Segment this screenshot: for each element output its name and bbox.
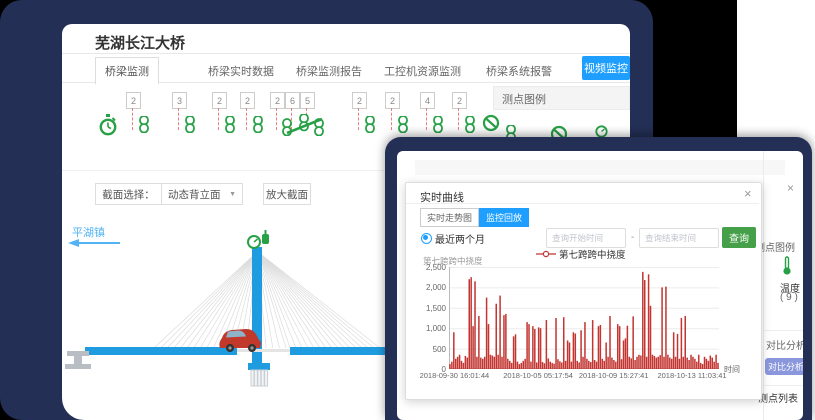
- legend-label: 第七跨跨中挠度: [559, 247, 626, 261]
- sensor-count-badge: 2: [352, 92, 367, 109]
- query-button[interactable]: 查询: [722, 227, 756, 248]
- x-tick: 2018-09-30 16:01:44: [414, 371, 494, 380]
- modal-header-divider: [406, 203, 759, 204]
- chain-icon[interactable]: [224, 116, 236, 133]
- overlay-page: × 测点图例 温度 ( 9 ) 对比分析 对比分析 测点列表 实时曲线 × 实时…: [397, 151, 803, 420]
- end-time-input[interactable]: [639, 228, 719, 248]
- timeline-dash: [426, 108, 427, 130]
- timeline-dash: [391, 108, 392, 130]
- sensor-icon: [262, 230, 269, 244]
- side-divider-1: [763, 330, 803, 331]
- x-tick: 2018-10-13 11:03:41: [652, 371, 732, 380]
- chain-icon[interactable]: [397, 116, 409, 133]
- side-divider-2: [763, 385, 803, 386]
- stopwatch-icon[interactable]: [98, 114, 118, 136]
- legend-marker-icon: [536, 250, 556, 258]
- sensor-count-badge: 2: [452, 92, 467, 109]
- timeline-dash: [218, 108, 219, 130]
- sensor-count-badge: 4: [420, 92, 435, 109]
- bridge-diagram: [62, 210, 386, 420]
- timeline-dash: [178, 108, 179, 130]
- x-tick: 2018-10-05 05:17:54: [498, 371, 578, 380]
- modal-tab-实时走势图[interactable]: 实时走势图: [420, 208, 479, 227]
- section-select-dropdown[interactable]: 动态背立面 ▼: [161, 183, 243, 205]
- temperature-count: ( 9 ): [780, 292, 798, 303]
- modal-tab-监控回放[interactable]: 监控回放: [479, 208, 529, 227]
- chain-icon[interactable]: [464, 116, 476, 133]
- y-tick: 2,000: [414, 283, 446, 292]
- sensor-cluster-icon[interactable]: [282, 114, 328, 136]
- sensor-count-badge: 2: [270, 92, 285, 109]
- timeline-dash: [246, 108, 247, 130]
- compare-title: 对比分析: [766, 337, 803, 352]
- tab-桥梁监测报告[interactable]: 桥梁监测报告: [296, 63, 362, 79]
- tab-桥梁监测[interactable]: 桥梁监测: [95, 57, 159, 84]
- tab-桥梁实时数据[interactable]: 桥梁实时数据: [208, 63, 274, 79]
- point-list-title: 测点列表: [758, 390, 798, 405]
- realtime-curve-modal: 实时曲线 × 实时走势图监控回放 最近两个月 - 查询 第七跨跨中挠度 第七跨跨…: [405, 182, 762, 400]
- zoom-section-button[interactable]: 放大截面: [263, 183, 311, 205]
- modal-close-icon[interactable]: ×: [744, 186, 752, 201]
- thermometer-icon: [781, 256, 793, 276]
- panel-close-icon[interactable]: ×: [787, 181, 794, 195]
- page-title: 芜湖长江大桥: [95, 32, 185, 53]
- sensor-count-badge: 5: [300, 92, 315, 109]
- header-divider: [62, 53, 630, 54]
- sensor-count-badge: 2: [212, 92, 227, 109]
- underlying-toolbar: [415, 160, 785, 175]
- chain-icon[interactable]: [252, 116, 264, 133]
- modal-tab-bar: 实时走势图监控回放: [420, 208, 529, 227]
- gauge-icon: [248, 236, 260, 248]
- chain-icon[interactable]: [184, 116, 196, 133]
- y-tick: 1,000: [414, 324, 446, 333]
- sensor-count-badge: 2: [385, 92, 400, 109]
- compare-button[interactable]: 对比分析: [765, 358, 803, 375]
- chevron-down-icon: ▼: [229, 191, 236, 198]
- y-tick: 2,500: [414, 263, 446, 272]
- chart-legend[interactable]: 第七跨跨中挠度: [536, 247, 626, 261]
- chain-icon[interactable]: [364, 116, 376, 133]
- section-select-value: 动态背立面: [168, 187, 221, 202]
- tab-工控机资源监测[interactable]: 工控机资源监测: [384, 63, 461, 79]
- timeline-dash: [458, 108, 459, 130]
- section-select-label: 截面选择：: [95, 183, 162, 205]
- tab-桥梁系统报警[interactable]: 桥梁系统报警: [486, 63, 552, 79]
- sensor-count-badge: 3: [172, 92, 187, 109]
- prohibition-icon[interactable]: [482, 114, 500, 132]
- range-separator: -: [631, 232, 634, 243]
- sensor-count-badge: 6: [285, 92, 300, 109]
- deflection-series: [449, 267, 719, 369]
- chain-icon[interactable]: [138, 116, 150, 133]
- x-tick: 2018-10-09 15:27:41: [574, 371, 654, 380]
- video-monitor-button[interactable]: 视频监控: [582, 56, 630, 80]
- side-panel-divider: [763, 151, 764, 420]
- start-time-input[interactable]: [546, 228, 626, 248]
- point-legend-title: 测点图例: [502, 91, 546, 107]
- y-tick: 1,500: [414, 304, 446, 313]
- overlay-window: × 测点图例 温度 ( 9 ) 对比分析 对比分析 测点列表 实时曲线 × 实时…: [385, 137, 812, 420]
- timeline-dash: [276, 108, 277, 130]
- recent-radio-label: 最近两个月: [435, 231, 485, 246]
- y-tick: 500: [414, 345, 446, 354]
- timeline-dash: [132, 108, 133, 130]
- x-axis-name: 时间: [724, 364, 740, 375]
- sensor-count-badge: 2: [126, 92, 141, 109]
- timeline-dash: [358, 108, 359, 130]
- sensor-count-badge: 2: [240, 92, 255, 109]
- recent-radio-dot: [423, 235, 428, 240]
- chain-icon[interactable]: [432, 116, 444, 133]
